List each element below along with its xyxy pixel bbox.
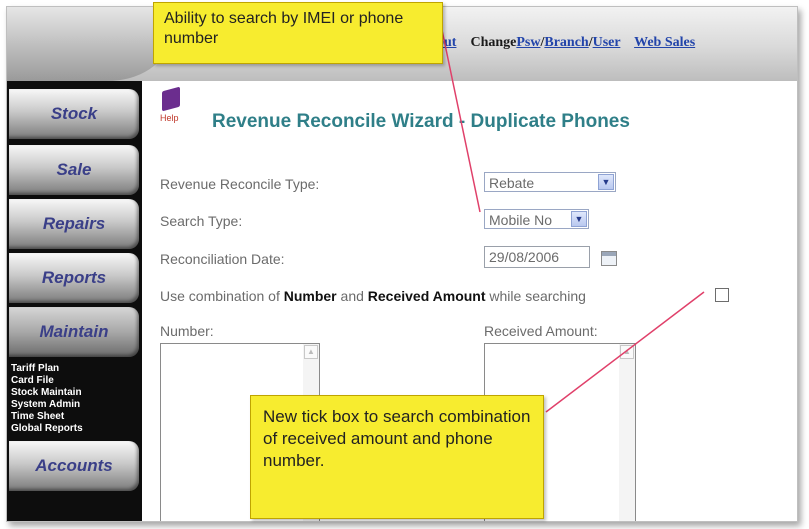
callout-new-tick-box: New tick box to search combination of re… — [250, 395, 544, 519]
search-type-select[interactable]: Mobile No ▼ — [484, 209, 589, 229]
change-label: Change — [470, 35, 517, 50]
sidebar: Stock Sale Repairs Reports Maintain Tari… — [7, 81, 142, 521]
sidebar-item-stock[interactable]: Stock — [9, 89, 139, 139]
search-type-value: Mobile No — [489, 212, 553, 228]
reconcile-type-label: Revenue Reconcile Type: — [160, 176, 320, 192]
calendar-icon[interactable] — [601, 251, 617, 266]
callout-search-by-imei: Ability to search by IMEI or phone numbe… — [153, 2, 443, 64]
received-amount-scrollbar[interactable]: ▲ — [619, 344, 635, 521]
change-branch-link[interactable]: Branch — [544, 35, 588, 50]
number-label: Number: — [160, 323, 214, 339]
change-user-link[interactable]: User — [593, 35, 621, 50]
scroll-up-icon[interactable]: ▲ — [304, 345, 318, 359]
sidebar-item-reports[interactable]: Reports — [9, 253, 139, 303]
header-links: out ChangePsw/Branch/User Web Sales — [437, 35, 695, 51]
combo-text-number: Number — [283, 288, 337, 304]
chevron-down-icon: ▼ — [598, 174, 614, 190]
combo-text-suffix: while searching — [485, 288, 586, 304]
submenu-item-card-file[interactable]: Card File — [11, 375, 139, 387]
reconciliation-date-label: Reconciliation Date: — [160, 251, 285, 267]
received-amount-label: Received Amount: — [484, 323, 598, 339]
submenu-item-global-reports[interactable]: Global Reports — [11, 423, 139, 435]
sidebar-item-sale[interactable]: Sale — [9, 145, 139, 195]
combo-text-prefix: Use combination of — [160, 288, 284, 304]
scroll-up-icon[interactable]: ▲ — [620, 345, 634, 359]
help-button[interactable]: Help — [160, 86, 182, 127]
change-password-link[interactable]: Psw — [516, 35, 540, 50]
reconcile-type-value: Rebate — [489, 175, 535, 191]
chevron-down-icon: ▼ — [571, 211, 587, 227]
submenu-item-system-admin[interactable]: System Admin — [11, 399, 139, 411]
sidebar-item-repairs[interactable]: Repairs — [9, 199, 139, 249]
help-book-icon — [162, 86, 180, 112]
web-sales-link[interactable]: Web Sales — [634, 35, 695, 50]
header-curve-decoration — [7, 7, 167, 81]
sidebar-item-maintain[interactable]: Maintain — [9, 307, 139, 357]
reconcile-type-select[interactable]: Rebate ▼ — [484, 172, 616, 192]
combination-search-checkbox[interactable] — [715, 288, 729, 302]
help-label: Help — [160, 113, 179, 123]
combo-text-received: Received Amount — [367, 288, 486, 304]
combination-search-label: Use combination of Number and Received A… — [160, 288, 586, 304]
submenu-item-tariff-plan[interactable]: Tariff Plan — [11, 363, 139, 375]
reconciliation-date-input[interactable]: 29/08/2006 — [484, 246, 590, 268]
submenu-item-stock-maintain[interactable]: Stock Maintain — [11, 387, 139, 399]
maintain-submenu: Tariff Plan Card File Stock Maintain Sys… — [11, 363, 139, 435]
submenu-item-time-sheet[interactable]: Time Sheet — [11, 411, 139, 423]
sidebar-item-accounts[interactable]: Accounts — [9, 441, 139, 491]
search-type-label: Search Type: — [160, 213, 243, 229]
combo-text-and: and — [336, 288, 368, 304]
page-title: Revenue Reconcile Wizard - Duplicate Pho… — [212, 111, 630, 132]
